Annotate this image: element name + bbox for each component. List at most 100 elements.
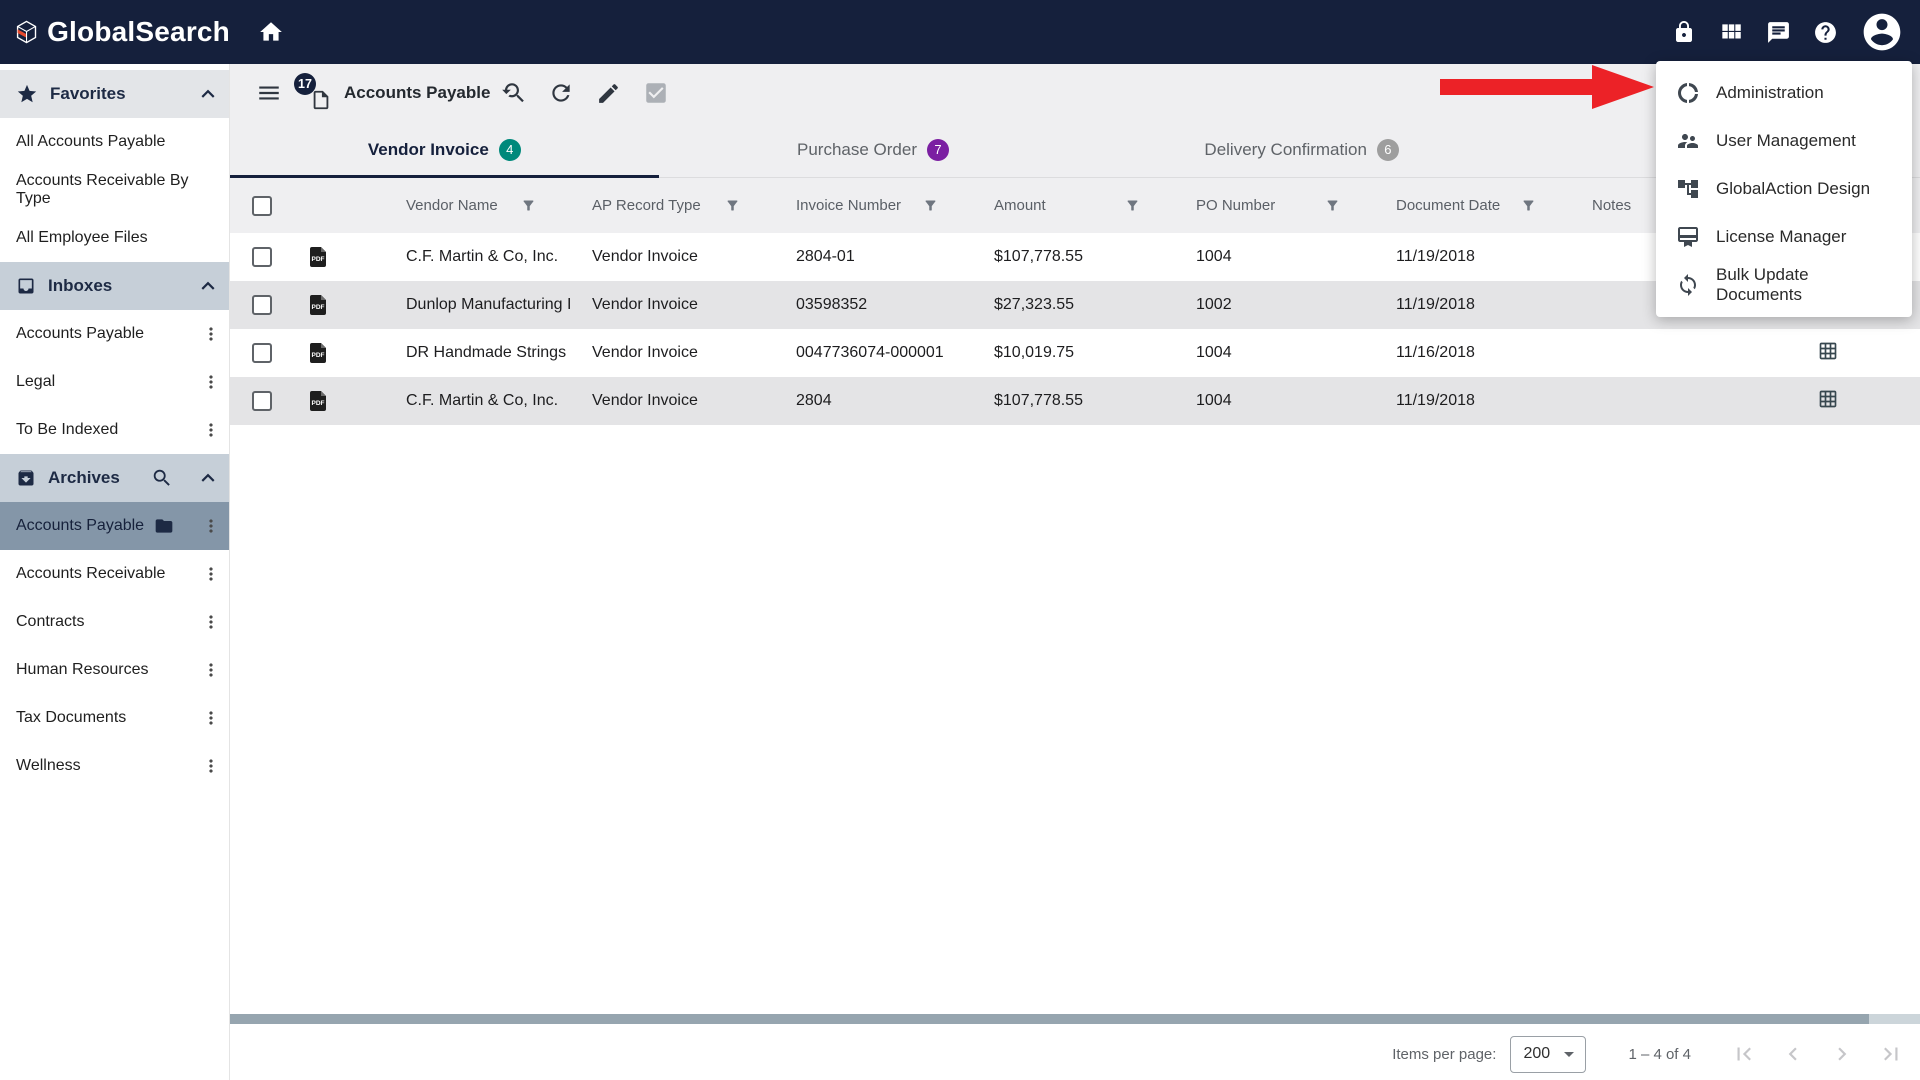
sidebar-section-inboxes[interactable]: Inboxes	[0, 262, 229, 310]
row-checkbox[interactable]	[252, 391, 272, 411]
cell-document-date: 11/19/2018	[1376, 248, 1572, 266]
menu-item-bulk-update-documents[interactable]: Bulk Update Documents	[1656, 261, 1912, 309]
refresh-icon[interactable]	[548, 80, 574, 106]
tab-label: Purchase Order	[797, 140, 917, 160]
menu-item-globalaction-design[interactable]: GlobalAction Design	[1656, 165, 1912, 213]
row-checkbox[interactable]	[252, 343, 272, 363]
sidebar-item-all-employee-files[interactable]: All Employee Files	[0, 214, 229, 262]
sidebar-inbox-accounts-payable[interactable]: Accounts Payable	[0, 310, 229, 358]
tab-count-badge: 7	[927, 139, 949, 161]
sidebar-section-archives[interactable]: Archives	[0, 454, 229, 502]
bulk-update-icon	[1676, 273, 1700, 297]
cell-ap-record-type: Vendor Invoice	[572, 344, 776, 362]
filter-icon[interactable]	[1125, 198, 1140, 213]
tab-purchase-order[interactable]: Purchase Order 7	[659, 122, 1088, 177]
sidebar-item-label: Accounts Payable	[16, 517, 144, 535]
items-per-page-value: 200	[1523, 1045, 1550, 1063]
more-options-icon[interactable]	[201, 756, 221, 776]
sidebar-item-label: To Be Indexed	[16, 421, 118, 439]
chevron-up-icon[interactable]	[195, 81, 221, 107]
more-options-icon[interactable]	[201, 660, 221, 680]
lock-icon[interactable]	[1672, 20, 1696, 44]
modules-grid-icon[interactable]	[1718, 19, 1744, 45]
cell-amount: $107,778.55	[974, 248, 1176, 266]
more-options-icon[interactable]	[201, 516, 221, 536]
more-options-icon[interactable]	[201, 564, 221, 584]
filter-icon[interactable]	[1325, 198, 1340, 213]
sidebar-item-label: Tax Documents	[16, 709, 126, 727]
cell-po-number: 1004	[1176, 248, 1376, 266]
row-checkbox[interactable]	[252, 295, 272, 315]
sidebar-item-all-accounts-payable[interactable]: All Accounts Payable	[0, 118, 229, 166]
menu-item-label: License Manager	[1716, 227, 1846, 247]
more-options-icon[interactable]	[201, 612, 221, 632]
chevron-up-icon[interactable]	[195, 465, 221, 491]
chevron-up-icon[interactable]	[195, 273, 221, 299]
sidebar-archive-wellness[interactable]: Wellness	[0, 742, 229, 790]
sidebar-item-label: All Employee Files	[16, 229, 148, 247]
license-manager-icon	[1676, 225, 1700, 249]
menu-item-administration[interactable]: Administration	[1656, 69, 1912, 117]
search-icon[interactable]	[151, 467, 173, 489]
sidebar-section-favorites[interactable]: Favorites	[0, 70, 229, 118]
table-row[interactable]: C.F. Martin & Co, Inc. Vendor Invoice 28…	[230, 377, 1920, 425]
sidebar-item-label: Legal	[16, 373, 55, 391]
star-icon	[16, 83, 38, 105]
help-icon[interactable]	[1813, 20, 1838, 45]
sidebar-item-label: Human Resources	[16, 661, 149, 679]
row-checkbox[interactable]	[252, 247, 272, 267]
page-title: Accounts Payable	[344, 83, 490, 103]
inbox-document-counter: 17	[296, 73, 334, 113]
filter-icon[interactable]	[725, 198, 740, 213]
more-options-icon[interactable]	[201, 420, 221, 440]
tab-count-badge: 4	[499, 139, 521, 161]
home-icon[interactable]	[258, 19, 284, 45]
cell-document-date: 11/19/2018	[1376, 296, 1572, 314]
filter-icon[interactable]	[923, 198, 938, 213]
notes-grid-icon[interactable]	[1818, 389, 1838, 409]
filter-icon[interactable]	[1521, 198, 1536, 213]
refine-search-icon[interactable]	[500, 80, 526, 106]
pdf-file-icon[interactable]	[306, 293, 386, 317]
feedback-icon[interactable]	[1766, 20, 1791, 45]
cell-amount: $10,019.75	[974, 344, 1176, 362]
sidebar-archive-accounts-payable[interactable]: Accounts Payable	[0, 502, 229, 550]
cell-po-number: 1004	[1176, 344, 1376, 362]
menu-item-user-management[interactable]: User Management	[1656, 117, 1912, 165]
column-ap-record-type: AP Record Type	[572, 197, 776, 214]
sidebar-archive-tax-documents[interactable]: Tax Documents	[0, 694, 229, 742]
sidebar-inbox-to-be-indexed[interactable]: To Be Indexed	[0, 406, 229, 454]
pdf-file-icon[interactable]	[306, 341, 386, 365]
sidebar-archive-human-resources[interactable]: Human Resources	[0, 646, 229, 694]
sidebar-item-accounts-receivable-by-type[interactable]: Accounts Receivable By Type	[0, 166, 229, 214]
sidebar-archive-contracts[interactable]: Contracts	[0, 598, 229, 646]
scrollbar-thumb[interactable]	[230, 1014, 1869, 1024]
sidebar-archive-accounts-receivable[interactable]: Accounts Receivable	[0, 550, 229, 598]
table-row[interactable]: DR Handmade Strings Vendor Invoice 00477…	[230, 329, 1920, 377]
menu-icon[interactable]	[256, 80, 282, 106]
column-amount: Amount	[974, 197, 1176, 214]
more-options-icon[interactable]	[201, 324, 221, 344]
menu-item-license-manager[interactable]: License Manager	[1656, 213, 1912, 261]
tab-label: Vendor Invoice	[368, 140, 489, 160]
more-options-icon[interactable]	[201, 708, 221, 728]
account-avatar-icon[interactable]	[1860, 10, 1904, 54]
document-icon	[310, 89, 332, 111]
tab-vendor-invoice[interactable]: Vendor Invoice 4	[230, 122, 659, 177]
pdf-file-icon[interactable]	[306, 389, 386, 413]
filter-icon[interactable]	[521, 198, 536, 213]
brand: GlobalSearch	[0, 13, 230, 51]
items-per-page-select[interactable]: 200	[1510, 1036, 1586, 1073]
administration-icon	[1676, 81, 1700, 105]
menu-item-label: Administration	[1716, 83, 1824, 103]
tab-delivery-confirmation[interactable]: Delivery Confirmation 6	[1087, 122, 1516, 177]
select-all-checkbox[interactable]	[252, 196, 272, 216]
notes-grid-icon[interactable]	[1818, 341, 1838, 361]
sidebar-inbox-legal[interactable]: Legal	[0, 358, 229, 406]
more-options-icon[interactable]	[201, 372, 221, 392]
edit-icon[interactable]	[596, 81, 621, 106]
pdf-file-icon[interactable]	[306, 245, 386, 269]
top-app-bar: GlobalSearch	[0, 0, 1920, 64]
cell-invoice-number: 2804-01	[776, 248, 974, 266]
archive-icon	[16, 468, 36, 488]
